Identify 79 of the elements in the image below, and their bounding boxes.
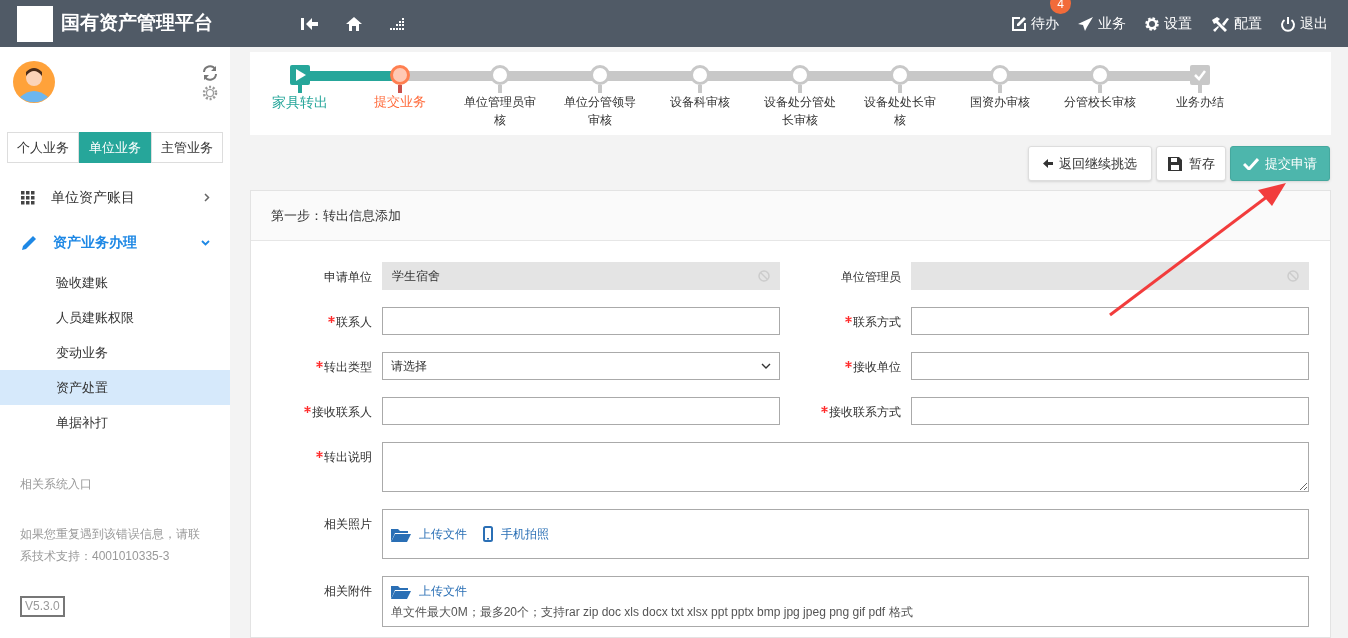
menu-item[interactable]: 单位资产账目 [0,175,230,220]
upload-link[interactable]: 上传文件 [391,525,467,543]
sidebar-tab[interactable]: 个人业务 [7,132,79,163]
field-label: 转出说明 [324,449,372,466]
nav-link[interactable]: 设置 [1144,13,1192,34]
app-title: 国有资产管理平台 [61,11,213,36]
chevron-right-icon [204,193,210,202]
field-label: 接收联系人 [312,404,372,421]
settings-icon [1144,15,1160,32]
pencil-icon [21,234,37,251]
tools-icon [1210,15,1230,32]
field-label: 相关照片 [324,516,372,533]
section-label: 相关系统入口 [20,476,93,493]
input-field[interactable] [382,307,780,335]
step-label: 业务办结 [1175,94,1225,111]
power-icon [1280,15,1296,32]
step-label: 单位管理员审核 [463,94,537,129]
step-label: 国资办审核 [969,94,1031,111]
field-label: 相关附件 [324,583,372,600]
notification-badge: 4 [1050,0,1071,14]
edit-icon [1011,15,1027,32]
nav-link[interactable]: 待办 [1011,13,1059,34]
field-label: 接收单位 [853,359,901,376]
panel-title: 第一步：转出信息添加 [251,191,1330,241]
field-label: 转出类型 [324,359,372,376]
input-field[interactable] [911,307,1309,335]
collapse-icon [301,16,319,31]
submenu-item[interactable]: 单据补打 [0,405,230,440]
field-label: 联系方式 [853,314,901,331]
home-icon [345,15,363,32]
nav-link[interactable]: 配置 [1210,13,1262,34]
action-button[interactable]: 返回继续挑选 [1028,146,1152,181]
mobile-phone-icon [483,526,493,542]
arrow-left-icon [1043,159,1053,168]
no-entry-icon [1287,270,1299,282]
avatar-icon [13,61,55,103]
support-text: 如果您重复遇到该错误信息，请联系技术支持：4001010335-3 [20,526,201,565]
folder-icon [391,526,411,542]
select-field[interactable]: 请选择 [382,352,780,380]
menu-item[interactable]: 资产业务办理 [0,220,230,265]
field-label: 联系人 [336,314,372,331]
step-label: 设备科审核 [669,94,731,111]
nav-link[interactable]: 业务 [1077,13,1126,34]
step-label: 设备处处长审核 [863,94,937,129]
field-label: 单位管理员 [841,269,901,286]
text-area[interactable] [382,442,1309,492]
nav-link[interactable]: 退出 [1280,13,1328,34]
action-button[interactable]: 暂存 [1156,146,1226,181]
submenu-item[interactable]: 变动业务 [0,335,230,370]
chevron-down-icon [761,363,771,369]
step-label: 提交业务 [373,93,427,111]
input-field[interactable] [382,397,780,425]
submenu-item[interactable]: 验收建账 [0,265,230,300]
step-label: 分管校长审核 [1063,94,1137,111]
sidebar-tab[interactable]: 主管业务 [151,132,223,163]
field-label: 申请单位 [324,269,372,286]
step-label: 设备处分管处长审核 [763,94,837,129]
version-label: V5.3.0 [20,596,65,617]
step-label: 单位分管领导审核 [563,94,637,129]
paper-plane-icon [1077,15,1094,32]
input-field[interactable] [911,352,1309,380]
logo-placeholder [17,5,53,42]
submenu-item[interactable]: 人员建账权限 [0,300,230,335]
folder-icon [391,583,411,599]
input-field[interactable] [911,397,1309,425]
step-label: 家具转出 [271,93,329,111]
check-icon [1243,157,1259,170]
submenu-item[interactable]: 资产处置 [0,370,230,405]
chevron-down-icon [201,239,210,246]
upload-link[interactable]: 手机拍照 [483,525,549,543]
settings-icon [202,85,218,101]
readonly-field: 学生宿舍 [382,262,780,290]
no-entry-icon [758,270,770,282]
upload-hint: 单文件最大0M；最多20个；支持rar zip doc xls docx txt xlsx ppt pptx bmp jpg jpeg png gif pdf 格式 [391,604,914,621]
grid-icon [21,190,35,205]
upload-link[interactable]: 上传文件 [391,582,467,600]
field-label: 接收联系方式 [829,404,901,421]
signal-icon [389,16,405,31]
refresh-icon [202,65,218,81]
